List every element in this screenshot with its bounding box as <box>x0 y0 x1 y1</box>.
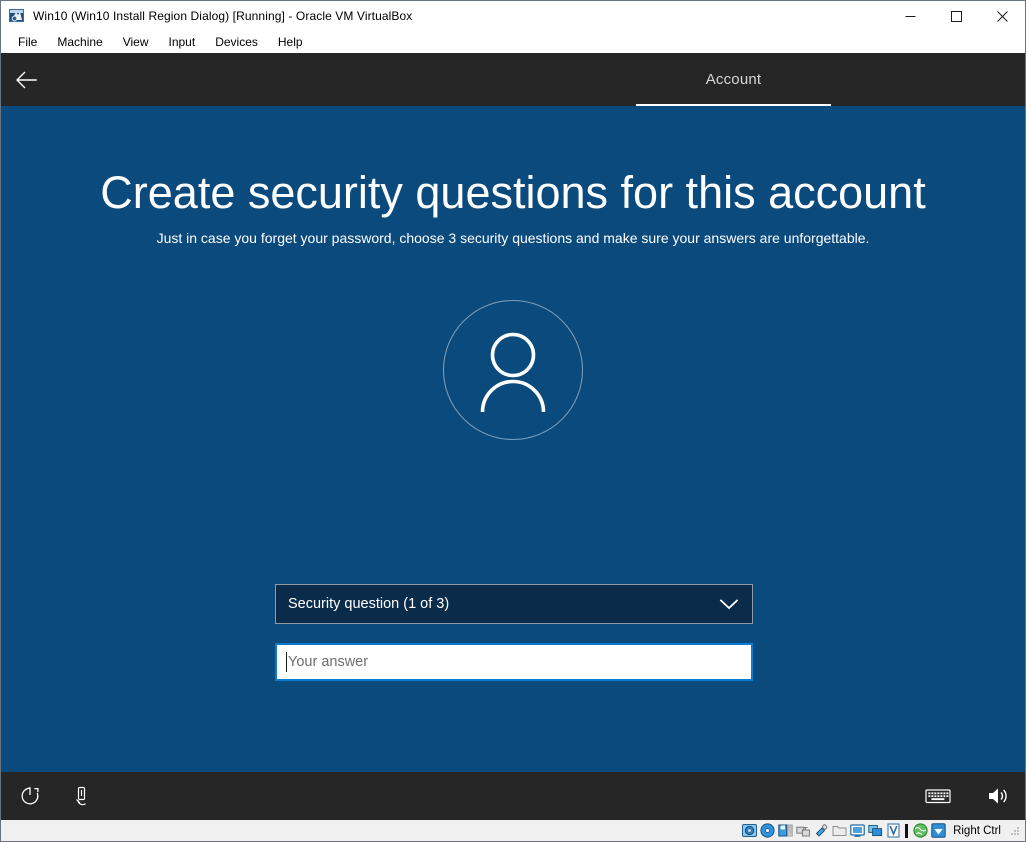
account-form: Security question (1 of 3) Your answer <box>275 584 753 681</box>
menu-help[interactable]: Help <box>268 33 313 52</box>
chevron-down-icon <box>715 590 743 618</box>
menu-input[interactable]: Input <box>159 33 206 52</box>
statusbar-divider <box>905 823 909 838</box>
text-caret <box>286 652 287 672</box>
display-icon[interactable] <box>849 823 865 839</box>
oobe-footer-left-icons <box>15 781 97 811</box>
keyboard-button[interactable] <box>923 781 953 811</box>
close-icon <box>996 11 1008 22</box>
menu-view[interactable]: View <box>113 33 159 52</box>
host-key-label: Right Ctrl <box>953 824 1001 837</box>
minimize-button[interactable] <box>887 1 933 32</box>
back-arrow-icon <box>16 71 37 88</box>
maximize-button[interactable] <box>933 1 979 32</box>
window-titlebar: Win10 (Win10 Install Region Dialog) [Run… <box>0 0 1026 31</box>
optical-drive-icon[interactable] <box>759 823 775 839</box>
oobe-footer-right-icons <box>923 781 1013 811</box>
menu-file[interactable]: File <box>8 33 47 52</box>
menubar: File Machine View Input Devices Help <box>0 31 1026 53</box>
oobe-header: Account <box>1 53 1025 106</box>
down-arrow-icon[interactable] <box>930 823 946 839</box>
usb-icon[interactable] <box>813 823 829 839</box>
answer-input-placeholder: Your answer <box>288 654 369 670</box>
menu-devices[interactable]: Devices <box>205 33 268 52</box>
page-subtitle: Just in case you forget your password, c… <box>156 230 870 247</box>
volume-button[interactable] <box>983 781 1013 811</box>
recording-icon[interactable] <box>867 823 883 839</box>
oobe-body: Create security questions for this accou… <box>1 106 1025 820</box>
maximize-icon <box>950 11 962 22</box>
resize-grip[interactable] <box>1009 825 1021 837</box>
window-title: Win10 (Win10 Install Region Dialog) [Run… <box>33 9 413 23</box>
ease-of-access-icon <box>76 786 86 806</box>
user-avatar-icon <box>442 300 584 441</box>
avatar <box>442 299 584 441</box>
close-button[interactable] <box>979 1 1025 32</box>
security-question-selected-label: Security question (1 of 3) <box>288 596 450 612</box>
ease-of-access-button[interactable] <box>67 781 97 811</box>
security-question-select[interactable]: Security question (1 of 3) <box>275 584 753 624</box>
power-icon <box>21 787 39 805</box>
network-icon[interactable] <box>795 823 811 839</box>
hard-disk-icon[interactable] <box>741 823 757 839</box>
virtualbox-icon <box>9 8 25 24</box>
vm-screen: Account Create security questions for th… <box>0 53 1026 820</box>
menu-machine[interactable]: Machine <box>47 33 112 52</box>
tab-account-label: Account <box>705 71 762 88</box>
tab-account[interactable]: Account <box>636 53 831 106</box>
statusbar-icon-group: Right Ctrl <box>741 823 1021 839</box>
globe-icon[interactable] <box>912 823 928 839</box>
virtualbox-window: Win10 (Win10 Install Region Dialog) [Run… <box>0 0 1026 842</box>
minimize-icon <box>905 16 915 17</box>
power-button[interactable] <box>15 781 45 811</box>
virtualbox-statusbar: Right Ctrl <box>0 820 1026 842</box>
keyboard-icon <box>925 789 951 804</box>
virtualbox-logo-icon[interactable] <box>885 823 901 839</box>
oobe-footer <box>1 772 1025 820</box>
volume-icon <box>989 788 1007 804</box>
window-controls <box>887 1 1025 32</box>
answer-input-wrapper[interactable]: Your answer <box>275 643 753 681</box>
page-title: Create security questions for this accou… <box>100 167 926 218</box>
shared-folders-icon[interactable] <box>831 823 847 839</box>
back-button[interactable] <box>3 56 51 104</box>
floppy-drive-icon[interactable] <box>777 823 793 839</box>
